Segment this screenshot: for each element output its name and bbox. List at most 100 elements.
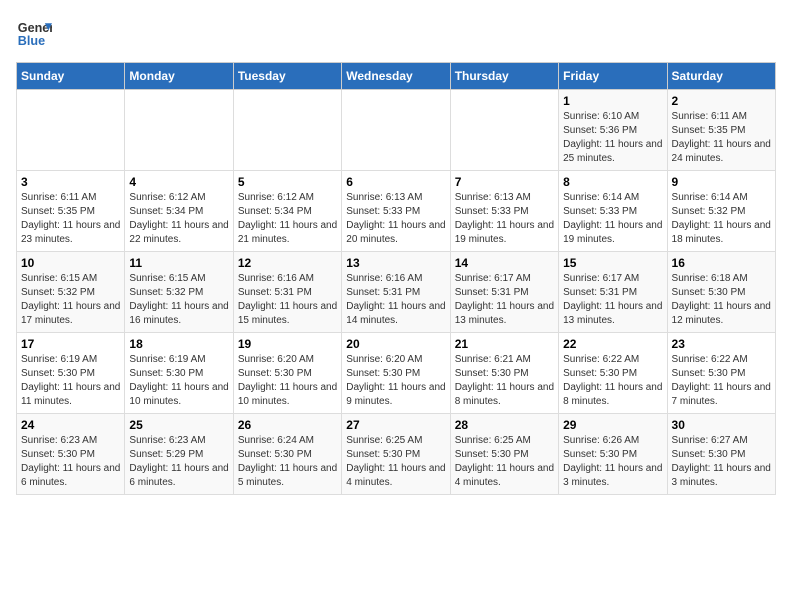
day-number: 20 (346, 337, 445, 351)
week-row-2: 10 Sunrise: 6:15 AM Sunset: 5:32 PM Dayli… (17, 252, 776, 333)
day-info: Sunrise: 6:25 AM Sunset: 5:30 PM Dayligh… (455, 434, 554, 490)
day-number: 6 (346, 175, 445, 189)
day-info: Sunrise: 6:16 AM Sunset: 5:31 PM Dayligh… (346, 272, 445, 328)
day-info: Sunrise: 6:23 AM Sunset: 5:29 PM Dayligh… (129, 434, 228, 490)
day-info: Sunrise: 6:23 AM Sunset: 5:30 PM Dayligh… (21, 434, 120, 490)
day-number: 18 (129, 337, 228, 351)
day-number: 8 (563, 175, 662, 189)
day-number: 27 (346, 418, 445, 432)
day-info: Sunrise: 6:26 AM Sunset: 5:30 PM Dayligh… (563, 434, 662, 490)
day-number: 5 (238, 175, 337, 189)
day-number: 11 (129, 256, 228, 270)
day-cell: 17 Sunrise: 6:19 AM Sunset: 5:30 PM Dayli… (17, 333, 125, 414)
weekday-header-wednesday: Wednesday (342, 63, 450, 90)
day-info: Sunrise: 6:10 AM Sunset: 5:36 PM Dayligh… (563, 110, 662, 166)
day-cell: 10Sunrise: 6:15 AM Sunset: 5:32 PM Dayli… (17, 252, 125, 333)
day-cell: 6 Sunrise: 6:13 AM Sunset: 5:33 PM Daylig… (342, 171, 450, 252)
day-number: 10 (21, 256, 120, 270)
day-number: 24 (21, 418, 120, 432)
day-info: Sunrise: 6:20 AM Sunset: 5:30 PM Dayligh… (238, 353, 337, 409)
day-number: 19 (238, 337, 337, 351)
day-cell: 11 Sunrise: 6:15 AM Sunset: 5:32 PM Dayli… (125, 252, 233, 333)
weekday-header-sunday: Sunday (17, 63, 125, 90)
day-info: Sunrise: 6:11 AM Sunset: 5:35 PM Dayligh… (21, 191, 120, 247)
weekday-header-thursday: Thursday (450, 63, 558, 90)
day-number: 12 (238, 256, 337, 270)
week-row-4: 24 Sunrise: 6:23 AM Sunset: 5:30 PM Dayli… (17, 414, 776, 495)
week-row-3: 17 Sunrise: 6:19 AM Sunset: 5:30 PM Dayli… (17, 333, 776, 414)
day-cell: 23 Sunrise: 6:22 AM Sunset: 5:30 PM Dayli… (667, 333, 775, 414)
day-cell: 24 Sunrise: 6:23 AM Sunset: 5:30 PM Dayli… (17, 414, 125, 495)
day-number: 30 (672, 418, 771, 432)
day-info: Sunrise: 6:13 AM Sunset: 5:33 PM Dayligh… (346, 191, 445, 247)
day-number: 17 (21, 337, 120, 351)
weekday-header-saturday: Saturday (667, 63, 775, 90)
day-info: Sunrise: 6:16 AM Sunset: 5:31 PM Dayligh… (238, 272, 337, 328)
day-info: Sunrise: 6:14 AM Sunset: 5:33 PM Dayligh… (563, 191, 662, 247)
day-number: 1 (563, 94, 662, 108)
weekday-header-row: SundayMondayTuesdayWednesdayThursdayFrid… (17, 63, 776, 90)
day-cell: 4 Sunrise: 6:12 AM Sunset: 5:34 PM Daylig… (125, 171, 233, 252)
day-number: 29 (563, 418, 662, 432)
day-info: Sunrise: 6:21 AM Sunset: 5:30 PM Dayligh… (455, 353, 554, 409)
day-cell: 21 Sunrise: 6:21 AM Sunset: 5:30 PM Dayli… (450, 333, 558, 414)
day-cell: 3 Sunrise: 6:11 AM Sunset: 5:35 PM Daylig… (17, 171, 125, 252)
day-info: Sunrise: 6:17 AM Sunset: 5:31 PM Dayligh… (563, 272, 662, 328)
calendar-body: 1 Sunrise: 6:10 AM Sunset: 5:36 PM Daylig… (17, 90, 776, 495)
day-cell: 20 Sunrise: 6:20 AM Sunset: 5:30 PM Dayli… (342, 333, 450, 414)
day-info: Sunrise: 6:27 AM Sunset: 5:30 PM Dayligh… (672, 434, 771, 490)
day-cell (125, 90, 233, 171)
day-number: 22 (563, 337, 662, 351)
day-number: 9 (672, 175, 771, 189)
week-row-1: 3 Sunrise: 6:11 AM Sunset: 5:35 PM Daylig… (17, 171, 776, 252)
logo: General Blue (16, 16, 52, 52)
day-number: 25 (129, 418, 228, 432)
weekday-header-friday: Friday (559, 63, 667, 90)
day-cell: 2Sunrise: 6:11 AM Sunset: 5:35 PM Daylig… (667, 90, 775, 171)
day-info: Sunrise: 6:17 AM Sunset: 5:31 PM Dayligh… (455, 272, 554, 328)
day-info: Sunrise: 6:12 AM Sunset: 5:34 PM Dayligh… (238, 191, 337, 247)
day-cell: 1 Sunrise: 6:10 AM Sunset: 5:36 PM Daylig… (559, 90, 667, 171)
day-cell: 28Sunrise: 6:25 AM Sunset: 5:30 PM Dayli… (450, 414, 558, 495)
day-cell: 7 Sunrise: 6:13 AM Sunset: 5:33 PM Daylig… (450, 171, 558, 252)
day-info: Sunrise: 6:25 AM Sunset: 5:30 PM Dayligh… (346, 434, 445, 490)
page-header: General Blue (16, 16, 776, 52)
day-cell: 29 Sunrise: 6:26 AM Sunset: 5:30 PM Dayli… (559, 414, 667, 495)
day-cell: 19 Sunrise: 6:20 AM Sunset: 5:30 PM Dayli… (233, 333, 341, 414)
day-number: 21 (455, 337, 554, 351)
weekday-header-tuesday: Tuesday (233, 63, 341, 90)
day-number: 26 (238, 418, 337, 432)
day-cell (342, 90, 450, 171)
day-info: Sunrise: 6:19 AM Sunset: 5:30 PM Dayligh… (129, 353, 228, 409)
weekday-header-monday: Monday (125, 63, 233, 90)
day-cell: 15 Sunrise: 6:17 AM Sunset: 5:31 PM Dayli… (559, 252, 667, 333)
day-cell: 13 Sunrise: 6:16 AM Sunset: 5:31 PM Dayli… (342, 252, 450, 333)
day-cell: 8 Sunrise: 6:14 AM Sunset: 5:33 PM Daylig… (559, 171, 667, 252)
day-cell: 27 Sunrise: 6:25 AM Sunset: 5:30 PM Dayli… (342, 414, 450, 495)
day-number: 7 (455, 175, 554, 189)
day-cell (450, 90, 558, 171)
day-number: 14 (455, 256, 554, 270)
day-number: 23 (672, 337, 771, 351)
day-info: Sunrise: 6:24 AM Sunset: 5:30 PM Dayligh… (238, 434, 337, 490)
day-cell: 18 Sunrise: 6:19 AM Sunset: 5:30 PM Dayli… (125, 333, 233, 414)
day-cell (233, 90, 341, 171)
day-number: 15 (563, 256, 662, 270)
day-cell: 30 Sunrise: 6:27 AM Sunset: 5:30 PM Dayli… (667, 414, 775, 495)
day-info: Sunrise: 6:20 AM Sunset: 5:30 PM Dayligh… (346, 353, 445, 409)
day-number: 13 (346, 256, 445, 270)
day-number: 4 (129, 175, 228, 189)
day-info: Sunrise: 6:11 AM Sunset: 5:35 PM Dayligh… (672, 110, 771, 166)
day-info: Sunrise: 6:19 AM Sunset: 5:30 PM Dayligh… (21, 353, 120, 409)
day-info: Sunrise: 6:15 AM Sunset: 5:32 PM Dayligh… (129, 272, 228, 328)
week-row-0: 1 Sunrise: 6:10 AM Sunset: 5:36 PM Daylig… (17, 90, 776, 171)
svg-text:Blue: Blue (18, 34, 45, 48)
day-info: Sunrise: 6:14 AM Sunset: 5:32 PM Dayligh… (672, 191, 771, 247)
day-info: Sunrise: 6:12 AM Sunset: 5:34 PM Dayligh… (129, 191, 228, 247)
logo-icon: General Blue (16, 16, 52, 52)
day-number: 3 (21, 175, 120, 189)
day-info: Sunrise: 6:13 AM Sunset: 5:33 PM Dayligh… (455, 191, 554, 247)
day-cell (17, 90, 125, 171)
day-info: Sunrise: 6:22 AM Sunset: 5:30 PM Dayligh… (672, 353, 771, 409)
day-cell: 12 Sunrise: 6:16 AM Sunset: 5:31 PM Dayli… (233, 252, 341, 333)
